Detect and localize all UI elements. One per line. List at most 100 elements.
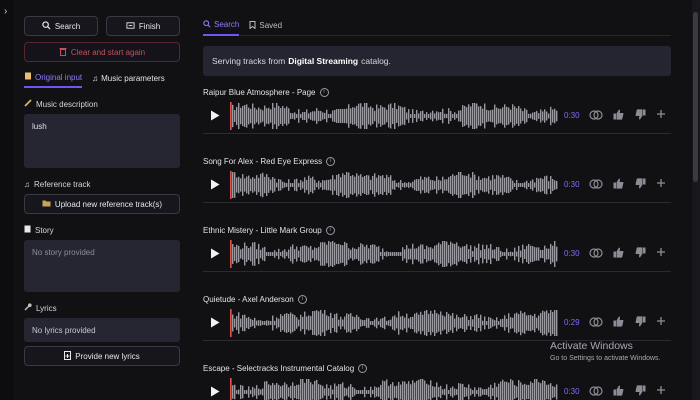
- tab-original-input[interactable]: Original input: [24, 72, 83, 88]
- tab-search[interactable]: Search: [203, 16, 240, 36]
- finish-button[interactable]: Finish: [106, 16, 180, 36]
- track-item: Raipur Blue Atmosphere - Page i 0:30: [203, 86, 671, 144]
- add-icon[interactable]: [656, 316, 666, 328]
- waveform-bar: [514, 247, 516, 261]
- compare-icon[interactable]: [589, 178, 603, 192]
- add-icon[interactable]: [656, 385, 666, 397]
- music-description-field[interactable]: lush: [24, 114, 180, 168]
- waveform-bar: [284, 249, 286, 259]
- waveform-bar: [276, 182, 278, 188]
- info-icon[interactable]: i: [326, 156, 336, 166]
- play-icon[interactable]: [210, 386, 220, 399]
- info-icon[interactable]: i: [319, 87, 329, 97]
- waveform-bar: [440, 311, 442, 335]
- waveform-bar: [496, 317, 498, 329]
- waveform-bar: [234, 172, 236, 198]
- thumbs-down-icon[interactable]: [635, 109, 646, 122]
- waveform-bar: [298, 250, 300, 258]
- play-icon[interactable]: [210, 110, 220, 123]
- story-field[interactable]: No story provided: [24, 240, 180, 292]
- waveform-bar: [318, 246, 320, 262]
- clear-button[interactable]: Clear and start again: [24, 42, 180, 62]
- waveform-bar: [314, 247, 316, 261]
- play-icon[interactable]: [210, 179, 220, 192]
- waveform-bar: [538, 382, 540, 400]
- waveform-bar: [250, 389, 252, 395]
- waveform-bar: [252, 103, 254, 129]
- waveform-bar: [392, 180, 394, 190]
- thumbs-down-icon[interactable]: [635, 316, 646, 329]
- lyrics-field[interactable]: No lyrics provided: [24, 318, 180, 342]
- thumbs-up-icon[interactable]: [613, 109, 624, 122]
- waveform-bar: [378, 321, 380, 325]
- waveform-bar: [236, 390, 238, 394]
- thumbs-up-icon[interactable]: [613, 316, 624, 329]
- waveform-bar: [414, 313, 416, 333]
- waveform-bar: [340, 316, 342, 330]
- waveform-bar: [240, 249, 242, 259]
- chevron-right-icon[interactable]: ›: [4, 6, 7, 17]
- scrollbar-thumb[interactable]: [693, 12, 698, 182]
- waveform-bar: [396, 252, 398, 256]
- tab-music-parameters[interactable]: ♫ Music parameters: [92, 74, 165, 87]
- waveform-bar: [378, 246, 380, 262]
- compare-icon[interactable]: [589, 109, 603, 123]
- waveform-bar: [434, 180, 436, 190]
- waveform-bar: [486, 388, 488, 396]
- waveform-bar: [368, 175, 370, 195]
- info-icon[interactable]: i: [297, 294, 307, 304]
- compare-icon[interactable]: [589, 247, 603, 261]
- thumbs-down-icon[interactable]: [635, 385, 646, 398]
- upload-reference-button[interactable]: Upload new reference track(s): [24, 194, 180, 214]
- waveform[interactable]: [230, 171, 558, 199]
- waveform[interactable]: [230, 378, 558, 400]
- waveform[interactable]: [230, 309, 558, 337]
- add-icon[interactable]: [656, 109, 666, 121]
- waveform-bar: [514, 385, 516, 399]
- results-tabs: Search Saved: [203, 16, 671, 36]
- waveform[interactable]: [230, 240, 558, 268]
- waveform-bar: [308, 247, 310, 261]
- compare-icon[interactable]: [589, 316, 603, 330]
- thumbs-down-icon[interactable]: [635, 178, 646, 191]
- waveform-bar: [464, 314, 466, 332]
- thumbs-up-icon[interactable]: [613, 247, 624, 260]
- waveform-bar: [548, 313, 550, 333]
- waveform-bar: [270, 385, 272, 399]
- playhead[interactable]: [230, 102, 232, 130]
- waveform-bar: [272, 177, 274, 193]
- playhead[interactable]: [230, 378, 232, 400]
- waveform-bar: [300, 180, 302, 190]
- waveform-bar: [464, 387, 466, 397]
- thumbs-down-icon[interactable]: [635, 247, 646, 260]
- collapse-rail[interactable]: ›: [0, 0, 14, 400]
- waveform-bar: [488, 387, 490, 397]
- play-icon[interactable]: [210, 317, 220, 330]
- waveform-bar: [554, 386, 556, 398]
- provide-lyrics-button[interactable]: Provide new lyrics: [24, 346, 180, 366]
- playhead[interactable]: [230, 240, 232, 268]
- info-icon[interactable]: i: [325, 225, 335, 235]
- waveform-bar: [500, 177, 502, 193]
- playhead[interactable]: [230, 309, 232, 337]
- scrollbar[interactable]: [692, 0, 700, 400]
- waveform-bar: [252, 386, 254, 398]
- add-icon[interactable]: [656, 247, 666, 259]
- playhead[interactable]: [230, 171, 232, 199]
- waveform-bar: [476, 103, 478, 129]
- thumbs-up-icon[interactable]: [613, 385, 624, 398]
- waveform-bar: [280, 179, 282, 191]
- waveform-bar: [512, 380, 514, 400]
- waveform-bar: [264, 321, 266, 325]
- add-icon[interactable]: [656, 178, 666, 190]
- waveform-bar: [266, 174, 268, 196]
- tab-saved[interactable]: Saved: [249, 16, 282, 36]
- compare-icon[interactable]: [589, 385, 603, 399]
- waveform-bar: [274, 384, 276, 400]
- waveform-bar: [258, 243, 260, 265]
- search-button[interactable]: Search: [24, 16, 98, 36]
- play-icon[interactable]: [210, 248, 220, 261]
- waveform[interactable]: [230, 102, 558, 130]
- info-icon[interactable]: i: [358, 363, 368, 373]
- thumbs-up-icon[interactable]: [613, 178, 624, 191]
